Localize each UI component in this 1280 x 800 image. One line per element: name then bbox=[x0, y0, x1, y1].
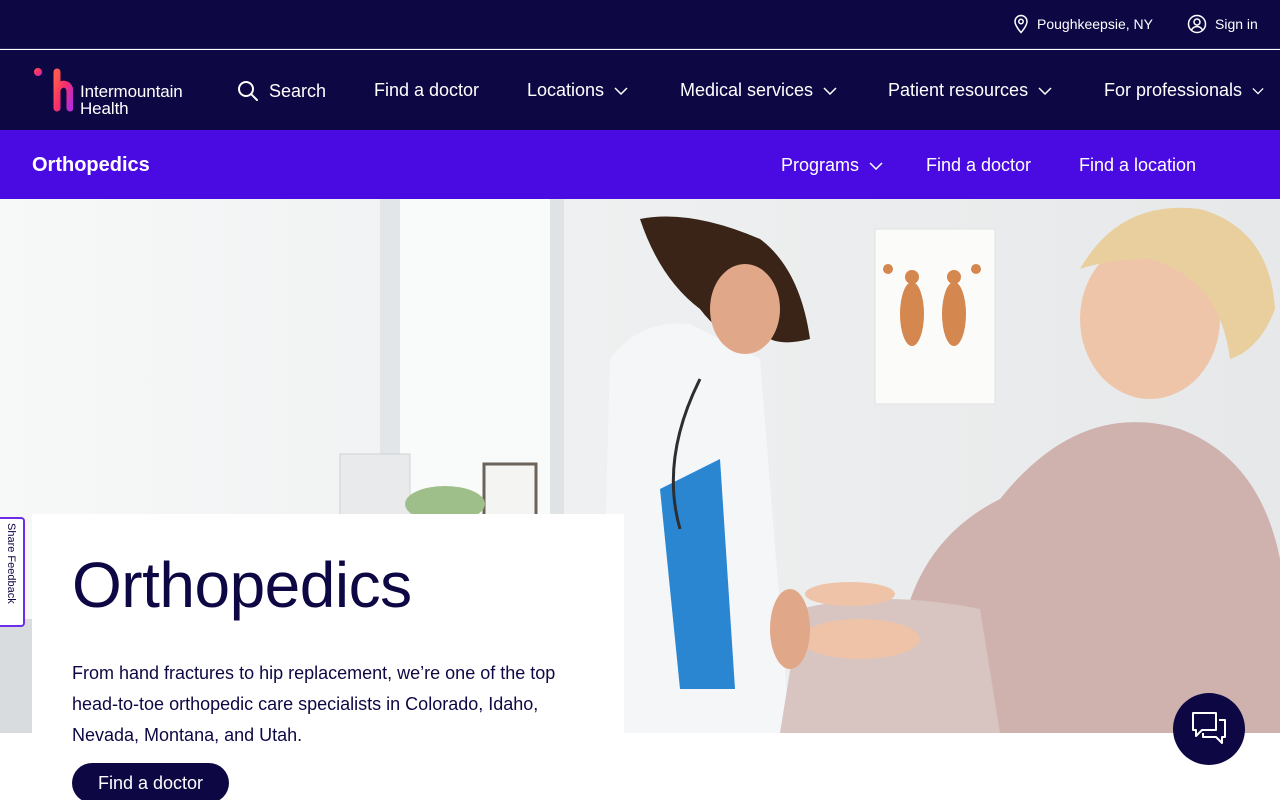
logo-name-line2: Health bbox=[80, 99, 129, 118]
nav-medical-services-label: Medical services bbox=[680, 80, 814, 100]
brand-logo[interactable]: Intermountain Health bbox=[31, 66, 201, 118]
nav-patient-resources[interactable]: Patient resources bbox=[888, 80, 1052, 101]
nav-for-professionals[interactable]: For professionals bbox=[1104, 80, 1264, 101]
subnav-programs[interactable]: Programs bbox=[781, 155, 883, 176]
nav-search[interactable]: Search bbox=[237, 80, 326, 102]
share-feedback-label: Share Feedback bbox=[5, 523, 17, 604]
nav-for-professionals-label: For professionals bbox=[1104, 80, 1243, 100]
subnav-find-location-label: Find a location bbox=[1079, 155, 1197, 175]
utility-bar: Poughkeepsie, NY Sign in bbox=[0, 0, 1280, 49]
logo-mark-icon bbox=[34, 68, 73, 112]
subnav-find-doctor[interactable]: Find a doctor bbox=[926, 155, 1031, 176]
chevron-down-icon bbox=[869, 161, 883, 170]
location-pin-icon bbox=[1014, 14, 1028, 34]
subnav-find-location[interactable]: Find a location bbox=[1079, 155, 1196, 176]
nav-search-label: Search bbox=[269, 80, 327, 101]
location-label: Poughkeepsie, NY bbox=[1037, 16, 1153, 32]
nav-patient-resources-label: Patient resources bbox=[888, 80, 1029, 100]
location-selector[interactable]: Poughkeepsie, NY bbox=[1013, 14, 1153, 34]
user-icon bbox=[1187, 14, 1207, 34]
nav-locations-label: Locations bbox=[527, 80, 605, 100]
nav-locations[interactable]: Locations bbox=[527, 80, 628, 101]
sign-in-label: Sign in bbox=[1215, 16, 1258, 32]
main-nav: Intermountain Health Search Find a docto… bbox=[0, 50, 1280, 130]
chevron-down-icon bbox=[614, 86, 628, 95]
hero-title: Orthopedics bbox=[72, 549, 412, 621]
section-title[interactable]: Orthopedics bbox=[32, 154, 150, 177]
chevron-down-icon bbox=[1252, 87, 1264, 94]
nav-find-doctor[interactable]: Find a doctor bbox=[374, 80, 479, 101]
hero-card: Orthopedics From hand fractures to hip r… bbox=[32, 514, 624, 800]
chat-icon bbox=[1192, 712, 1226, 744]
find-doctor-button[interactable]: Find a doctor bbox=[72, 763, 230, 800]
search-icon bbox=[238, 81, 258, 101]
sign-in-link[interactable]: Sign in bbox=[1187, 14, 1258, 34]
hero-description: From hand fractures to hip replacement, … bbox=[72, 663, 556, 745]
nav-medical-services[interactable]: Medical services bbox=[680, 80, 837, 101]
subnav-programs-label: Programs bbox=[781, 155, 860, 175]
section-subnav: Orthopedics Programs Find a doctor Find … bbox=[0, 130, 1280, 199]
chevron-down-icon bbox=[823, 86, 837, 95]
subnav-find-doctor-label: Find a doctor bbox=[926, 155, 1032, 175]
logo-name-line1: Intermountain bbox=[80, 82, 183, 101]
share-feedback-tab[interactable]: Share Feedback bbox=[0, 517, 25, 627]
nav-find-doctor-label: Find a doctor bbox=[374, 80, 480, 100]
chevron-down-icon bbox=[1038, 86, 1052, 95]
chat-button[interactable] bbox=[1173, 693, 1245, 765]
